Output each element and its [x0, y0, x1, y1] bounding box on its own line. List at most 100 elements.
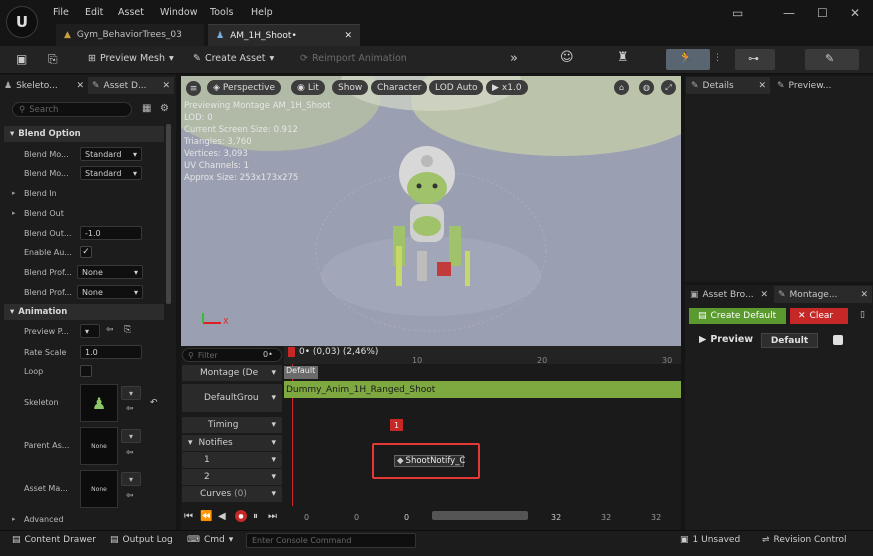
clear-button[interactable]: ✕ Clear — [790, 308, 848, 324]
view-start-value[interactable]: 0 — [354, 513, 359, 522]
more-toolbar-icon[interactable]: » — [510, 51, 518, 66]
blend-out-label[interactable]: Blend Out — [24, 209, 64, 218]
maximize-icon[interactable]: ☐ — [817, 6, 828, 20]
advanced-label[interactable]: Advanced — [24, 515, 64, 524]
close-icon[interactable]: ✕ — [758, 81, 766, 91]
skeleton-thumbnail[interactable]: ♟ — [80, 384, 118, 422]
playback-speed-button[interactable]: ▶ x1.0 — [486, 80, 528, 95]
notifies-track-header[interactable]: ▾ Notifies ▾ — [182, 435, 282, 451]
slot-anim-segment[interactable]: Dummy_Anim_1H_Ranged_Shoot — [284, 381, 681, 398]
menu-window[interactable]: Window — [160, 7, 197, 18]
default-group-track-header[interactable]: DefaultGrou ▾ — [182, 384, 282, 412]
create-default-button[interactable]: ▤ Create Default — [689, 308, 786, 324]
preview-mesh-button[interactable]: ⊞ Preview Mesh ▾ — [88, 53, 174, 64]
more-options-icon[interactable]: ▯ — [860, 310, 865, 320]
play-reverse-icon[interactable]: ◀ — [218, 511, 226, 522]
blend-in-label[interactable]: Blend In — [24, 189, 57, 198]
perspective-button[interactable]: ◈ Perspective — [207, 80, 282, 95]
window-close-icon[interactable]: ✕ — [850, 6, 860, 20]
range-end-value[interactable]: 32 — [651, 513, 661, 522]
save-icon[interactable]: ▣ — [16, 52, 27, 66]
use-selected-icon[interactable]: ⇦ — [126, 404, 134, 414]
viewport-menu-icon[interactable]: ≡ — [186, 81, 201, 96]
close-icon[interactable]: ✕ — [860, 290, 868, 300]
output-log-button[interactable]: ▤ Output Log — [110, 535, 173, 545]
lod-auto-button[interactable]: LOD Auto — [429, 80, 484, 95]
content-drawer-button[interactable]: ▤ Content Drawer — [12, 535, 96, 545]
asset-mapping-dropdown-button[interactable]: ▾ — [121, 472, 141, 486]
range-start-value[interactable]: 0 — [304, 513, 309, 522]
default-section-marker[interactable]: Default — [284, 366, 318, 379]
current-end-value[interactable]: 32 — [551, 513, 561, 522]
rate-scale-field[interactable]: 1.0 — [80, 345, 142, 359]
shoot-notify-event[interactable]: ◆ ShootNotify_C — [394, 455, 465, 467]
character-button[interactable]: Character — [371, 80, 428, 95]
go-to-end-icon[interactable]: ⏭ — [268, 511, 277, 522]
unsaved-button[interactable]: ▣ 1 Unsaved — [680, 535, 740, 545]
parent-asset-dropdown-button[interactable]: ▾ — [121, 429, 141, 443]
record-icon[interactable]: ● — [235, 510, 247, 522]
blend-profile-out-dropdown[interactable]: None ▾ — [77, 285, 143, 299]
go-to-start-icon[interactable]: ⏮ — [184, 511, 193, 522]
close-icon[interactable]: ✕ — [76, 81, 84, 91]
notify-track-1[interactable]: 1 ▾ — [182, 452, 282, 468]
section-toggle-checkbox[interactable] — [833, 335, 843, 345]
playhead-marker[interactable] — [288, 347, 295, 357]
tab-preview-settings[interactable]: ✎ Preview... — [772, 77, 872, 94]
animation-mode-button[interactable]: 🏃 — [666, 49, 710, 70]
pin-icon[interactable]: ◍ — [639, 80, 654, 95]
animation-section[interactable]: ▾ Animation — [4, 304, 164, 320]
physics-mode-button[interactable]: ✎ — [805, 49, 859, 70]
tab-skeleton[interactable]: ♟ Skeleto... ✕ — [0, 77, 88, 94]
revision-control-button[interactable]: ⇌ Revision Control — [762, 535, 847, 545]
view-options-icon[interactable]: ▦ — [142, 103, 151, 114]
console-command-input[interactable]: Enter Console Command — [246, 533, 416, 548]
blueprint-mode-button[interactable]: ⊶ — [735, 49, 775, 70]
reimport-animation-button[interactable]: ⟳ Reimport Animation — [300, 53, 407, 64]
step-back-icon[interactable]: ⏪ — [200, 511, 212, 522]
chevron-right-icon[interactable]: ▸ — [12, 515, 16, 523]
timeline-scrollbar[interactable] — [432, 511, 528, 520]
parent-asset-thumbnail[interactable]: None — [80, 427, 118, 465]
browse-asset-icon[interactable]: ⎘ — [124, 325, 131, 335]
more-options-icon[interactable]: ⋮ — [713, 53, 722, 63]
blend-profile-in-dropdown[interactable]: None ▾ — [77, 265, 143, 279]
tab-asset-details[interactable]: ✎ Asset D... ✕ — [88, 77, 174, 94]
view-end-value[interactable]: 32 — [601, 513, 611, 522]
fullscreen-icon[interactable]: ⤢ — [661, 80, 676, 95]
menu-help[interactable]: Help — [251, 7, 273, 18]
chevron-right-icon[interactable]: ▸ — [12, 209, 16, 217]
asset-mapping-thumbnail[interactable]: None — [80, 470, 118, 508]
tab-gym-behavior-trees[interactable]: ▲ Gym_BehaviorTrees_03 — [56, 24, 204, 46]
scrollbar[interactable] — [166, 124, 171, 304]
use-selected-icon[interactable]: ⇦ — [106, 325, 114, 335]
timing-marker[interactable]: 1 — [390, 419, 403, 431]
cmd-dropdown[interactable]: ⌨ Cmd ▾ — [187, 535, 233, 545]
unreal-logo-icon[interactable]: U — [6, 6, 38, 38]
loop-checkbox[interactable] — [80, 365, 92, 377]
settings-gear-icon[interactable]: ⚙ — [160, 103, 169, 114]
viewport[interactable] — [181, 76, 681, 346]
use-selected-icon[interactable]: ⇦ — [126, 491, 134, 501]
blend-mode-out-dropdown[interactable]: Standard ▾ — [80, 166, 142, 180]
skeleton-mode-icon[interactable]: ☺ — [560, 50, 574, 65]
blend-out-trigger-field[interactable]: -1.0 — [80, 226, 142, 240]
enable-auto-blend-checkbox[interactable]: ✓ — [80, 246, 92, 258]
notify-track-2[interactable]: 2 ▾ — [182, 469, 282, 485]
pause-icon[interactable]: ⏸ — [253, 511, 258, 522]
preview-pose-dropdown[interactable]: ▾ — [80, 324, 100, 338]
skeleton-dropdown-button[interactable]: ▾ — [121, 386, 141, 400]
menu-file[interactable]: File — [53, 7, 69, 18]
menu-edit[interactable]: Edit — [85, 7, 103, 18]
lit-button[interactable]: ◉ Lit — [291, 80, 325, 95]
search-input[interactable]: ⚲ Search — [12, 102, 132, 117]
close-icon[interactable]: ✕ — [162, 81, 170, 91]
close-icon[interactable]: ✕ — [760, 290, 768, 300]
montage-track-header[interactable]: Montage (De ▾ — [182, 365, 282, 381]
create-asset-button[interactable]: ✎ Create Asset ▾ — [193, 53, 274, 64]
browse-icon[interactable]: ⎘ — [48, 52, 58, 67]
tab-am-1h-shoot[interactable]: ♟ AM_1H_Shoot• ✕ — [208, 24, 360, 46]
blend-mode-in-dropdown[interactable]: Standard ▾ — [80, 147, 142, 161]
tab-asset-browser[interactable]: ▣ Asset Bro... ✕ — [686, 286, 772, 303]
curves-track-header[interactable]: Curves (0) ▾ — [182, 486, 282, 502]
